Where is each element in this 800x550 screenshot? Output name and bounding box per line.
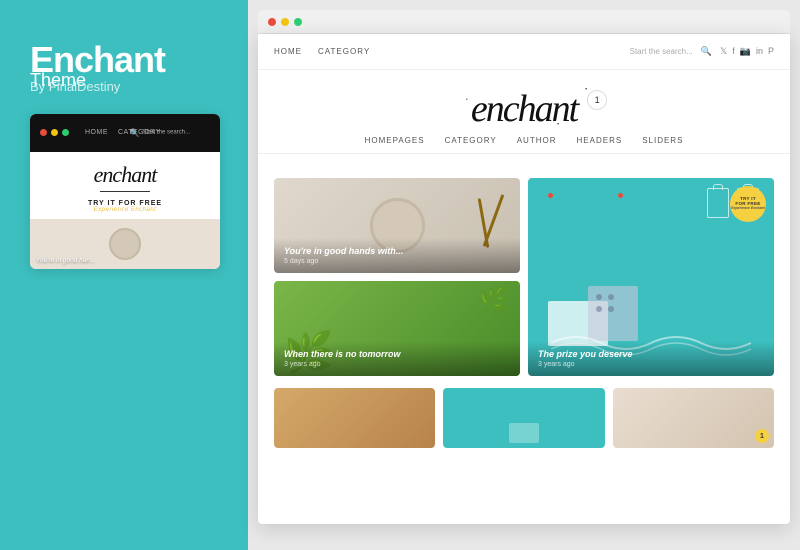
mini-dot-yellow bbox=[51, 129, 58, 136]
mini-dot-red bbox=[40, 129, 47, 136]
card-teal[interactable]: TRY ITFOR FREE Experience Enchant The pr… bbox=[528, 178, 774, 376]
card-plant[interactable]: 🌿 🌿 When there is no tomorrow 3 years ag… bbox=[274, 281, 520, 376]
mini-nav-bar: HOME CATEGORY 🔍 Start the search... bbox=[30, 114, 220, 152]
card-plant-overlay: When there is no tomorrow 3 years ago bbox=[274, 341, 520, 376]
site-social-icons: 𝕏 f 📷 in P bbox=[720, 46, 774, 57]
site-nav-category[interactable]: CATEGORY bbox=[318, 47, 370, 56]
facebook-icon[interactable]: f bbox=[732, 46, 735, 57]
mini-search-text: Start the search... bbox=[143, 130, 190, 136]
site-nav-homepages[interactable]: HOMEPAGES bbox=[365, 136, 425, 145]
notification-badge[interactable]: 1 bbox=[587, 90, 607, 110]
site-hero: enchant • • • 1 HOMEPAGES CATEGORY AUTHO… bbox=[258, 70, 790, 166]
site-search-icon[interactable]: 🔍 bbox=[701, 46, 712, 57]
main-preview: HOME CATEGORY Start the search... 🔍 𝕏 f … bbox=[248, 0, 800, 550]
bottom-badge: 1 bbox=[755, 429, 769, 443]
card-teal-time: 3 years ago bbox=[538, 361, 764, 368]
site-secondary-nav: HOMEPAGES CATEGORY AUTHOR HEADERS SLIDER… bbox=[258, 136, 790, 154]
bottom-card-teal[interactable] bbox=[443, 388, 604, 448]
mini-card-image: You're in good han... bbox=[30, 219, 220, 269]
site-nav-author[interactable]: AUTHOR bbox=[517, 136, 557, 145]
browser-dot-red bbox=[268, 18, 276, 26]
card-teal-image: TRY ITFOR FREE Experience Enchant The pr… bbox=[528, 178, 774, 376]
card-plant-image: 🌿 🌿 When there is no tomorrow 3 years ag… bbox=[274, 281, 520, 376]
hanger-1 bbox=[707, 188, 729, 218]
sidebar-title: Enchant Theme By FinalDestiny bbox=[30, 40, 218, 94]
site-search-text: Start the search... bbox=[630, 47, 693, 56]
card-plate-time: 5 days ago bbox=[284, 258, 510, 265]
mini-preview-card: HOME CATEGORY 🔍 Start the search... ench… bbox=[30, 114, 220, 269]
bottom-row: 1 bbox=[258, 388, 790, 460]
sidebar: Enchant Theme By FinalDestiny HOME CATEG… bbox=[0, 0, 248, 550]
mini-plate-circle bbox=[109, 228, 141, 260]
card-plant-title: When there is no tomorrow bbox=[284, 349, 510, 359]
browser-dot-yellow bbox=[281, 18, 289, 26]
card-plate[interactable]: You're in good hands with... 5 days ago bbox=[274, 178, 520, 273]
red-pin-2 bbox=[618, 193, 623, 198]
mini-logo: enchant bbox=[94, 162, 157, 190]
browser-chrome bbox=[258, 10, 790, 34]
mini-cta-sub: Experience Enchant bbox=[94, 207, 157, 213]
mini-search-icon: 🔍 bbox=[130, 128, 140, 137]
mini-body: enchant TRY IT FOR FREE Experience Encha… bbox=[30, 152, 220, 219]
mini-nav-home[interactable]: HOME bbox=[85, 129, 108, 136]
pinterest-icon[interactable]: P bbox=[768, 46, 774, 57]
browser-dot-green bbox=[294, 18, 302, 26]
card-plate-image: You're in good hands with... 5 days ago bbox=[274, 178, 520, 273]
site-nav-headers[interactable]: HEADERS bbox=[577, 136, 623, 145]
card-plant-time: 3 years ago bbox=[284, 361, 510, 368]
site-nav-home[interactable]: HOME bbox=[274, 47, 302, 56]
card-teal-overlay: The prize you deserve 3 years ago bbox=[528, 341, 774, 376]
bottom-card-warm[interactable]: 1 bbox=[613, 388, 774, 448]
mini-dot-green bbox=[62, 129, 69, 136]
mini-cta-main: TRY IT FOR FREE bbox=[88, 200, 162, 207]
site-nav-links: HOME CATEGORY bbox=[274, 47, 370, 56]
linkedin-icon[interactable]: in bbox=[756, 46, 763, 57]
site-nav-sliders[interactable]: SLIDERS bbox=[642, 136, 683, 145]
card-plate-overlay: You're in good hands with... 5 days ago bbox=[274, 238, 520, 273]
red-pin-1 bbox=[548, 193, 553, 198]
mini-card-overlay-text: You're in good han... bbox=[36, 257, 95, 264]
card-plate-title: You're in good hands with... bbox=[284, 246, 510, 256]
site-nav-right: Start the search... 🔍 𝕏 f 📷 in P bbox=[630, 46, 774, 57]
teal2-background bbox=[443, 388, 604, 448]
site-logo: enchant • • • bbox=[471, 90, 577, 128]
twitter-icon[interactable]: 𝕏 bbox=[720, 46, 727, 57]
bottom-card-wood[interactable] bbox=[274, 388, 435, 448]
site-nav: HOME CATEGORY Start the search... 🔍 𝕏 f … bbox=[258, 34, 790, 70]
card-teal-title: The prize you deserve bbox=[538, 349, 764, 359]
cards-grid: You're in good hands with... 5 days ago bbox=[258, 166, 790, 388]
wood-background bbox=[274, 388, 435, 448]
browser-body: HOME CATEGORY Start the search... 🔍 𝕏 f … bbox=[258, 34, 790, 524]
warm-background bbox=[613, 388, 774, 448]
site-nav-category[interactable]: CATEGORY bbox=[445, 136, 497, 145]
mini-search-bar: 🔍 Start the search... bbox=[130, 128, 190, 137]
instagram-icon[interactable]: 📷 bbox=[740, 46, 751, 57]
teal-badge: TRY ITFOR FREE Experience Enchant bbox=[730, 186, 766, 222]
